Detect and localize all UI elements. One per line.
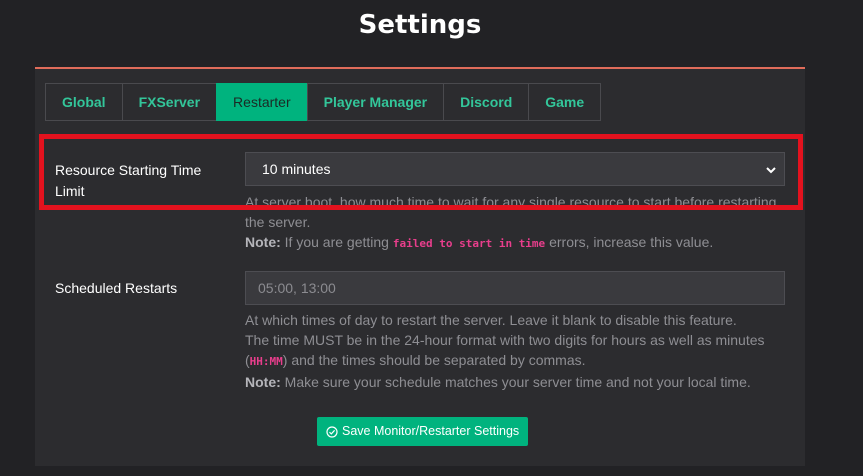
chevron-down-icon (766, 167, 776, 174)
check-circle-icon (326, 425, 338, 438)
tab-player-manager[interactable]: Player Manager (306, 83, 445, 121)
save-settings-button[interactable]: Save Monitor/Restarter Settings (317, 417, 529, 446)
resource-time-limit-help-text: At server boot, how much time to wait fo… (245, 194, 777, 230)
tab-discord[interactable]: Discord (443, 83, 530, 121)
page-title: Settings (358, 10, 482, 40)
settings-card: Global FXServer Restarter Player Manager… (35, 67, 805, 466)
help-text-after: ) and the times should be separated by c… (282, 352, 586, 368)
scheduled-restarts-note: Note: Make sure your schedule matches yo… (245, 372, 790, 392)
note-code: failed to start in time (392, 237, 546, 250)
note-label: Note: (245, 234, 281, 250)
note-text: Make sure your schedule matches your ser… (280, 374, 751, 390)
note-text-after: errors, increase this value. (545, 234, 714, 250)
tab-global[interactable]: Global (45, 83, 123, 121)
note-label: Note: (245, 374, 281, 390)
scheduled-restarts-help-line2: The time MUST be in the 24-hour format w… (245, 330, 790, 372)
save-button-label: Save Monitor/Restarter Settings (342, 424, 520, 438)
settings-page: Settings Global FXServer Restarter Playe… (0, 0, 863, 476)
scheduled-restarts-input[interactable]: 05:00, 13:00 (245, 271, 785, 305)
scheduled-restarts-label: Scheduled Restarts (55, 280, 178, 296)
resource-time-limit-help: At server boot, how much time to wait fo… (245, 192, 790, 254)
resource-time-limit-select[interactable]: 10 minutes (245, 152, 785, 186)
scheduled-restarts-help-line1: At which times of day to restart the ser… (245, 312, 737, 328)
help-code: HH:MM (249, 355, 283, 368)
resource-time-limit-note: Note: If you are getting failed to start… (245, 232, 790, 254)
tab-game[interactable]: Game (528, 83, 602, 121)
resource-time-limit-value: 10 minutes (262, 161, 331, 177)
resource-time-limit-label: Resource Starting Time Limit (55, 162, 202, 199)
note-text-before: If you are getting (280, 234, 393, 250)
scheduled-restarts-help: At which times of day to restart the ser… (245, 310, 790, 392)
tab-restarter[interactable]: Restarter (216, 83, 308, 121)
tab-fxserver[interactable]: FXServer (121, 83, 218, 121)
settings-tabs: Global FXServer Restarter Player Manager… (45, 83, 602, 121)
